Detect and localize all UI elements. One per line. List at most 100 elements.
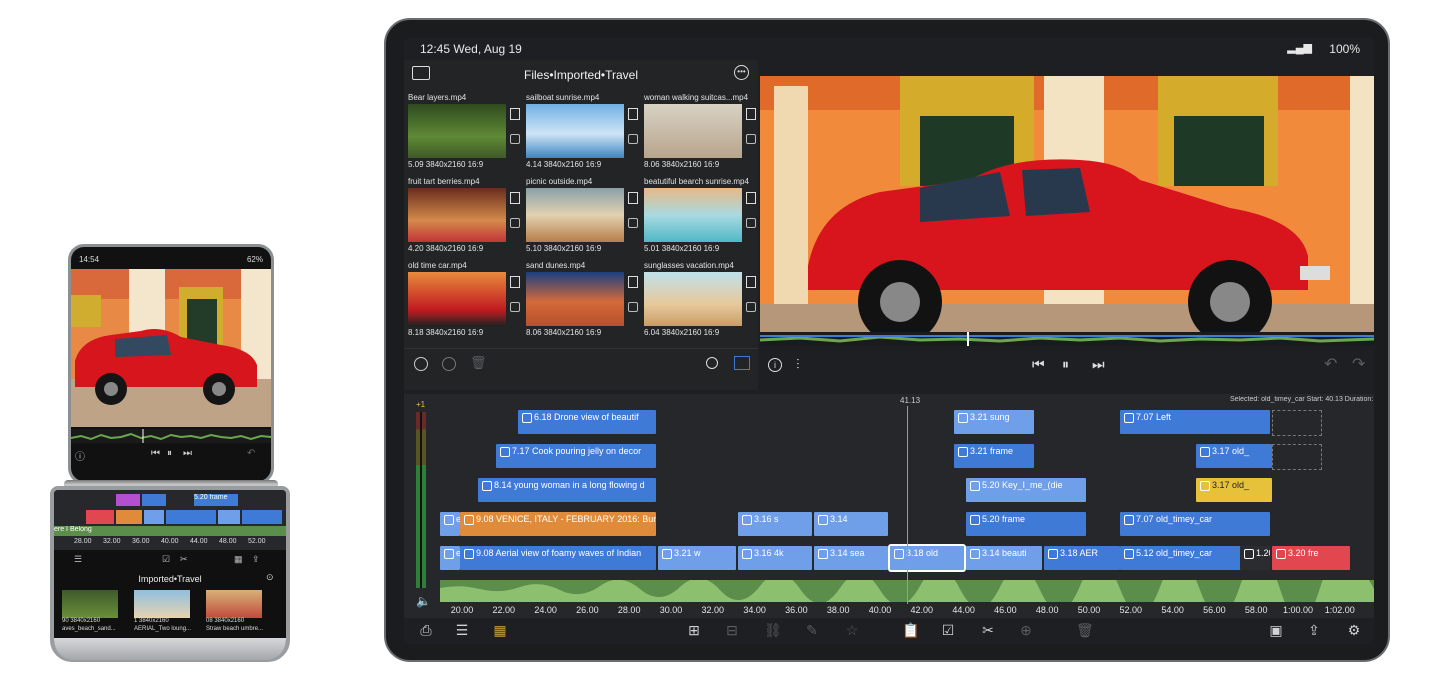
timeline-clip[interactable]: 3.18 AER [1044,546,1120,570]
pause-icon[interactable]: ⏸ [167,448,172,459]
phone-clip[interactable] [86,510,114,524]
phone-thumb-meta: 08 3840x2160 [206,618,245,624]
timeline-clip[interactable]: 3.16 s [738,512,812,536]
timeline-clip[interactable]: 3.14 [814,512,888,536]
media-item[interactable]: beatutiful bearch sunrise.mp4 5.01 3840x2… [640,174,758,256]
grid-view-icon[interactable]: ▦ [492,622,508,638]
timeline-clip[interactable]: 8.14 young woman in a long flowing d [478,478,656,502]
timeline-clip[interactable]: 3.21 sung [954,410,1034,434]
phone-clip[interactable]: 5.20 frame [194,494,238,506]
more-icon[interactable]: ⊙ [266,572,274,583]
media-item[interactable]: sand dunes.mp4 8.06 3840x2160 16:9 [522,258,640,340]
phone-clip[interactable] [116,510,142,524]
selected-timeline-clip[interactable]: 3.18 old [888,544,966,572]
timeline-clip[interactable]: 5.20 frame [966,512,1086,536]
timeline-clip[interactable]: 3.20 fre [1272,546,1350,570]
skip-back-icon[interactable]: ⏮ [151,448,160,459]
redo-icon[interactable]: ↷ [1352,354,1365,374]
pause-icon[interactable]: ⏸ [1062,356,1069,373]
timeline-clip[interactable]: 7.07 Left [1120,410,1270,434]
timeline-clip[interactable]: eac [440,512,460,536]
phone-clip[interactable] [242,510,282,524]
select-icon[interactable]: ☑ [940,622,956,638]
settings-icon[interactable]: ⚙ [1346,622,1362,638]
signal-icon: ▂▄▆ [1287,42,1312,54]
speaker-icon[interactable]: 🔈 [416,594,431,608]
media-item[interactable]: sunglasses vacation.mp4 6.04 3840x2160 16… [640,258,758,340]
phone-thumb[interactable] [206,590,262,618]
timeline-clip[interactable]: 3.16 4k [738,546,812,570]
clipboard-icon[interactable]: 📋 [902,622,919,638]
view-toggle-icon[interactable] [734,356,750,370]
undo-icon[interactable]: ↶ [1324,354,1337,374]
timeline-clip[interactable]: 3.14 sea [814,546,888,570]
phone-thumb-name: AERIAL_Two loung... [134,626,192,632]
trash-icon[interactable]: 🗑 [1076,622,1094,638]
clip-label: 3.21 frame [970,446,1014,456]
scissors-icon[interactable]: ✂ [180,554,188,565]
trash-icon[interactable]: 🗑 [470,355,487,371]
record-icon[interactable] [442,357,456,371]
scissors-icon[interactable]: ✂ [980,622,996,638]
phone-thumb[interactable] [62,590,118,618]
media-item[interactable]: woman walking suitcas...mp4 8.06 3840x216… [640,90,758,172]
timeline-clip[interactable]: 3.21 frame [954,444,1034,468]
media-item[interactable]: picnic outside.mp4 5.10 3840x2160 16:9 [522,174,640,256]
share-icon[interactable]: ⇪ [1306,622,1322,638]
skip-forward-icon[interactable]: ⏭ [183,448,192,459]
timeline-clip[interactable]: 3.17 old_ [1196,478,1272,502]
timeline-clip[interactable]: 9.08 VENICE, ITALY - FEBRUARY 2016: Bur [460,512,656,536]
media-item[interactable]: Bear layers.mp4 5.09 3840x2160 16:9 [404,90,522,172]
skip-forward-icon[interactable]: ⏭ [1092,356,1105,373]
pen-icon[interactable]: ✎ [804,622,820,638]
playhead-line[interactable] [907,406,908,604]
skip-back-icon[interactable]: ⏮ [1032,356,1045,373]
ruler-tick-label: 30.00 [659,605,683,615]
export-frame-icon[interactable]: ⎙ [418,622,434,638]
info-icon[interactable]: i [768,358,782,372]
add-circle-icon[interactable]: ⊕ [1018,622,1034,638]
media-item-thumbnail [644,104,742,158]
timeline-clip[interactable]: 7.17 Cook pouring jelly on decor [496,444,656,468]
phone-clip[interactable] [116,494,140,506]
clip-settings-icon [818,548,828,559]
check-circle-icon[interactable] [414,357,428,371]
share-icon[interactable]: ⇪ [252,554,260,565]
list-icon[interactable]: ☰ [74,554,82,565]
empty-clip-slot[interactable] [1272,410,1322,436]
phone-thumb[interactable] [134,590,190,618]
timeline-clip[interactable]: 7.07 old_timey_car [1120,512,1270,536]
more-icon[interactable]: ••• [734,65,749,80]
timeline-clip[interactable]: 3.17 old_ [1196,444,1272,468]
info-icon[interactable]: ⓘ [75,448,85,463]
transition-icon[interactable]: ⊟ [724,622,740,638]
timeline-clip[interactable]: 3.14 beauti [966,546,1042,570]
search-icon[interactable] [706,357,718,369]
layout-icon[interactable]: ▣ [1268,622,1284,638]
timeline-clip[interactable]: 3.21 w [658,546,736,570]
clip-settings-icon [1200,480,1210,491]
phone-clip[interactable] [142,494,166,506]
add-clip-icon[interactable]: ⊞ [686,622,702,638]
favorite-icon[interactable]: ☆ [844,622,860,638]
phone-clip[interactable] [218,510,240,524]
phone-clip[interactable] [166,510,216,524]
ruler-tick-label: 24.00 [534,605,557,615]
timeline-clip[interactable]: 9.08 Aerial view of foamy waves of India… [460,546,656,570]
layout-icon[interactable]: ▦ [234,554,243,565]
phone-clip[interactable] [144,510,164,524]
track-list-icon[interactable]: ☰ [454,622,470,638]
link-icon[interactable]: ⛓ [764,622,782,638]
waveform-icon[interactable]: ⫶ [796,356,800,373]
empty-clip-slot[interactable] [1272,444,1322,470]
media-item-name: sailboat sunrise.mp4 [526,93,600,102]
media-item[interactable]: sailboat sunrise.mp4 4.14 3840x2160 16:9 [522,90,640,172]
media-item[interactable]: fruit tart berries.mp4 4.20 3840x2160 16:… [404,174,522,256]
media-item[interactable]: old time car.mp4 8.18 3840x2160 16:9 [404,258,522,340]
timeline-clip[interactable]: 6.18 Drone view of beautif [518,410,656,434]
timeline-clip[interactable]: ers.m [440,546,460,570]
undo-icon[interactable]: ↶ [247,448,255,459]
timeline-clip[interactable]: 5.20 Key_I_me_(die [966,478,1086,502]
timeline-clip[interactable]: 1.20 Bla [1240,546,1270,570]
checkbox-icon[interactable]: ☑ [162,554,170,565]
